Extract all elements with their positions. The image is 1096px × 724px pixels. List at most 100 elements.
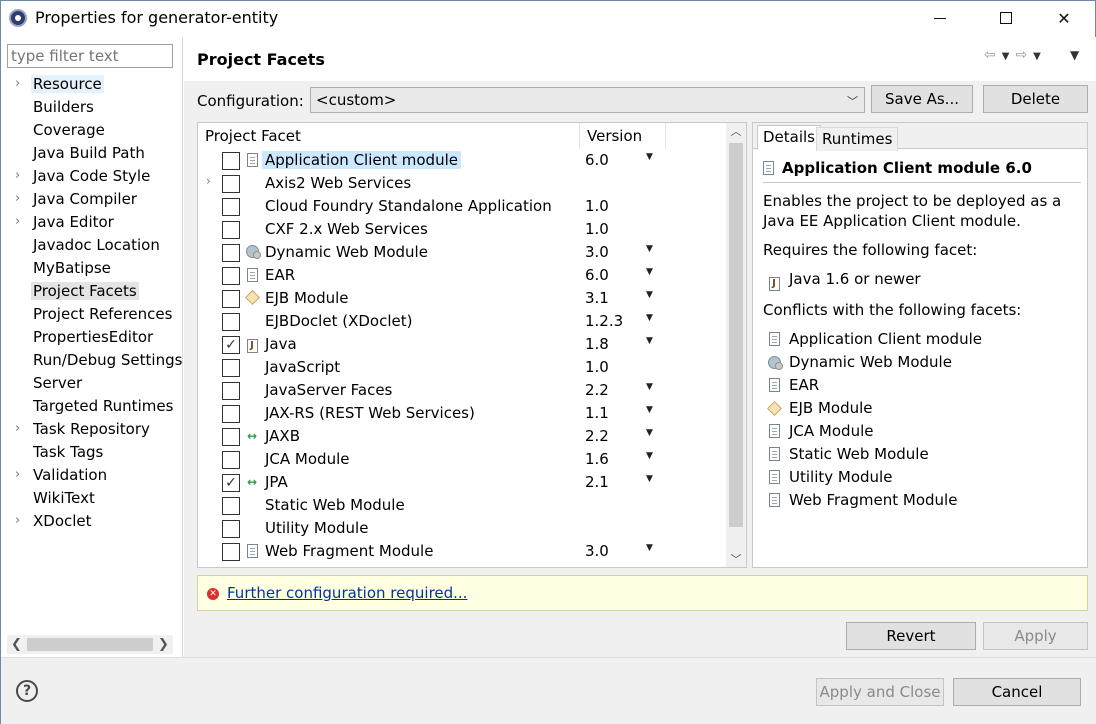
facet-checkbox[interactable] bbox=[222, 543, 240, 561]
facet-row[interactable]: ✓ ↔ JPA 2.1 ▼ bbox=[198, 471, 726, 494]
facet-row[interactable]: JAX-RS (REST Web Services) 1.1 ▼ bbox=[198, 402, 726, 425]
apply-button[interactable]: Apply bbox=[983, 622, 1088, 650]
minimize-button[interactable] bbox=[917, 1, 963, 35]
expand-arrow-icon[interactable]: › bbox=[15, 421, 20, 436]
version-dropdown-icon[interactable]: ▼ bbox=[646, 313, 653, 323]
facet-version[interactable]: 6.0 bbox=[585, 266, 609, 284]
facet-checkbox[interactable] bbox=[222, 497, 240, 515]
facet-checkbox[interactable] bbox=[222, 451, 240, 469]
nav-item-java-code-style[interactable]: › Java Code Style bbox=[1, 166, 183, 188]
revert-button[interactable]: Revert bbox=[846, 622, 976, 650]
facet-version[interactable]: 2.2 bbox=[585, 427, 609, 445]
facet-checkbox[interactable] bbox=[222, 267, 240, 285]
nav-item-xdoclet[interactable]: › XDoclet bbox=[1, 511, 183, 533]
facet-checkbox[interactable] bbox=[222, 359, 240, 377]
back-icon[interactable]: ⇦ bbox=[984, 47, 1002, 63]
nav-item-java-editor[interactable]: › Java Editor bbox=[1, 212, 183, 234]
facet-version[interactable]: 1.0 bbox=[585, 220, 609, 238]
facet-checkbox[interactable] bbox=[222, 405, 240, 423]
expand-arrow-icon[interactable]: › bbox=[15, 76, 20, 91]
filter-input[interactable] bbox=[7, 44, 173, 68]
facet-checkbox[interactable] bbox=[222, 313, 240, 331]
nav-item-propertieseditor[interactable]: PropertiesEditor bbox=[1, 327, 183, 349]
facet-checkbox[interactable] bbox=[222, 520, 240, 538]
facet-row[interactable]: Cloud Foundry Standalone Application 1.0 bbox=[198, 195, 726, 218]
column-header-facet[interactable]: Project Facet bbox=[198, 123, 580, 149]
maximize-button[interactable] bbox=[983, 1, 1029, 35]
back-dropdown-icon[interactable]: ▼ bbox=[1002, 51, 1016, 62]
expand-arrow-icon[interactable]: › bbox=[15, 214, 20, 229]
tab-details[interactable]: Details bbox=[757, 125, 822, 150]
version-dropdown-icon[interactable]: ▼ bbox=[646, 451, 653, 461]
version-dropdown-icon[interactable]: ▼ bbox=[646, 244, 653, 254]
facet-checkbox[interactable] bbox=[222, 382, 240, 400]
facet-checkbox[interactable]: ✓ bbox=[222, 474, 240, 492]
expand-arrow-icon[interactable]: › bbox=[206, 174, 211, 188]
facet-checkbox[interactable] bbox=[222, 290, 240, 308]
nav-item-resource[interactable]: › Resource bbox=[1, 74, 183, 96]
facet-row[interactable]: › Axis2 Web Services bbox=[198, 172, 726, 195]
facet-version[interactable]: 1.8 bbox=[585, 335, 609, 353]
scroll-left-icon[interactable]: ❮ bbox=[7, 635, 26, 654]
facet-checkbox[interactable] bbox=[222, 428, 240, 446]
facet-row[interactable]: EJBDoclet (XDoclet) 1.2.3 ▼ bbox=[198, 310, 726, 333]
nav-item-server[interactable]: Server bbox=[1, 373, 183, 395]
version-dropdown-icon[interactable]: ▼ bbox=[646, 382, 653, 392]
view-menu-icon[interactable]: ▼ bbox=[1070, 48, 1079, 62]
facet-version[interactable]: 1.0 bbox=[585, 197, 609, 215]
nav-item-javadoc-location[interactable]: Javadoc Location bbox=[1, 235, 183, 257]
facet-row[interactable]: Dynamic Web Module 3.0 ▼ bbox=[198, 241, 726, 264]
nav-item-validation[interactable]: › Validation bbox=[1, 465, 183, 487]
facet-row[interactable]: JavaScript 1.0 bbox=[198, 356, 726, 379]
facet-version[interactable]: 1.1 bbox=[585, 404, 609, 422]
nav-item-wikitext[interactable]: WikiText bbox=[1, 488, 183, 510]
nav-item-java-build-path[interactable]: Java Build Path bbox=[1, 143, 183, 165]
help-icon[interactable]: ? bbox=[16, 680, 38, 702]
facets-vertical-scrollbar[interactable]: ︿ ﹀ bbox=[726, 123, 746, 567]
nav-item-task-repository[interactable]: › Task Repository bbox=[1, 419, 183, 441]
facet-version[interactable]: 3.0 bbox=[585, 243, 609, 261]
facet-row[interactable]: CXF 2.x Web Services 1.0 bbox=[198, 218, 726, 241]
expand-arrow-icon[interactable]: › bbox=[15, 168, 20, 183]
scroll-thumb[interactable] bbox=[729, 143, 743, 527]
facet-version[interactable]: 1.2.3 bbox=[585, 312, 623, 330]
facet-checkbox[interactable] bbox=[222, 152, 240, 170]
facet-version[interactable]: 2.1 bbox=[585, 473, 609, 491]
facet-version[interactable]: 1.0 bbox=[585, 358, 609, 376]
expand-arrow-icon[interactable]: › bbox=[15, 513, 20, 528]
facet-checkbox[interactable]: ✓ bbox=[222, 336, 240, 354]
facet-row[interactable]: ✓ J Java 1.8 ▼ bbox=[198, 333, 726, 356]
further-configuration-link[interactable]: Further configuration required... bbox=[227, 584, 467, 602]
nav-item-targeted-runtimes[interactable]: Targeted Runtimes bbox=[1, 396, 183, 418]
column-header-version[interactable]: Version bbox=[580, 123, 666, 149]
scroll-down-icon[interactable]: ﹀ bbox=[726, 551, 746, 567]
nav-item-builders[interactable]: Builders bbox=[1, 97, 183, 119]
nav-item-mybatipse[interactable]: MyBatipse bbox=[1, 258, 183, 280]
nav-item-run-debug-settings[interactable]: Run/Debug Settings bbox=[1, 350, 183, 372]
version-dropdown-icon[interactable]: ▼ bbox=[646, 543, 653, 553]
nav-item-coverage[interactable]: Coverage bbox=[1, 120, 183, 142]
apply-and-close-button[interactable]: Apply and Close bbox=[816, 678, 944, 706]
close-button[interactable]: ✕ bbox=[1041, 1, 1087, 35]
facet-version[interactable]: 3.0 bbox=[585, 542, 609, 560]
version-dropdown-icon[interactable]: ▼ bbox=[646, 405, 653, 415]
version-dropdown-icon[interactable]: ▼ bbox=[646, 428, 653, 438]
facet-row[interactable]: Web Fragment Module 3.0 ▼ bbox=[198, 540, 726, 563]
facet-version[interactable]: 1.6 bbox=[585, 450, 609, 468]
facet-row[interactable]: JCA Module 1.6 ▼ bbox=[198, 448, 726, 471]
expand-arrow-icon[interactable]: › bbox=[15, 191, 20, 206]
facet-version[interactable]: 2.2 bbox=[585, 381, 609, 399]
facet-row[interactable]: ↔ JAXB 2.2 ▼ bbox=[198, 425, 726, 448]
version-dropdown-icon[interactable]: ▼ bbox=[646, 290, 653, 300]
facet-checkbox[interactable] bbox=[222, 221, 240, 239]
facet-row[interactable]: JavaServer Faces 2.2 ▼ bbox=[198, 379, 726, 402]
forward-dropdown-icon[interactable]: ▼ bbox=[1033, 51, 1047, 62]
facet-checkbox[interactable] bbox=[222, 198, 240, 216]
history-nav[interactable]: ⇦▼⇨▼ bbox=[984, 47, 1047, 63]
version-dropdown-icon[interactable]: ▼ bbox=[646, 336, 653, 346]
nav-item-project-facets[interactable]: Project Facets bbox=[1, 281, 183, 303]
cancel-button[interactable]: Cancel bbox=[953, 678, 1081, 706]
nav-item-task-tags[interactable]: Task Tags bbox=[1, 442, 183, 464]
scroll-up-icon[interactable]: ︿ bbox=[726, 123, 746, 141]
facet-checkbox[interactable] bbox=[222, 175, 240, 193]
